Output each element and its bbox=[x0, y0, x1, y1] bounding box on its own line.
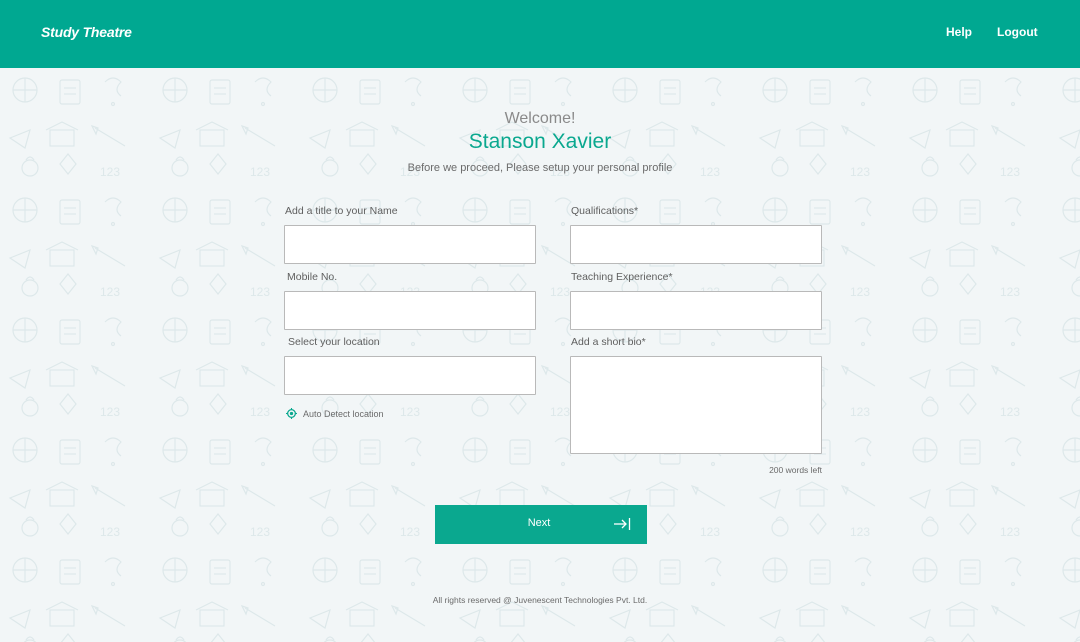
location-input[interactable] bbox=[284, 356, 536, 395]
top-navbar: Study Theatre Help Logout bbox=[0, 0, 1080, 68]
welcome-heading: Welcome! bbox=[504, 110, 576, 127]
title-input[interactable] bbox=[284, 225, 536, 264]
page-subtitle: Before we proceed, Please setup your per… bbox=[407, 162, 673, 174]
auto-detect-label: Auto Detect location bbox=[303, 408, 384, 419]
arrow-right-to-bar-icon bbox=[614, 518, 631, 530]
user-name: Stanson Xavier bbox=[468, 130, 612, 153]
help-link[interactable]: Help bbox=[946, 25, 972, 39]
bio-textarea[interactable] bbox=[570, 356, 822, 454]
location-label: Select your location bbox=[288, 336, 380, 348]
brand-logo[interactable]: Study Theatre bbox=[41, 24, 132, 40]
words-left-counter: 200 words left bbox=[769, 465, 822, 475]
profile-setup-page: Welcome! Stanson Xavier Before we procee… bbox=[0, 68, 1080, 642]
experience-input[interactable] bbox=[570, 291, 822, 330]
next-button[interactable]: Next bbox=[435, 505, 647, 544]
logout-link[interactable]: Logout bbox=[997, 25, 1038, 39]
experience-label: Teaching Experience* bbox=[571, 271, 673, 283]
title-label: Add a title to your Name bbox=[285, 205, 398, 217]
footer-copyright: All rights reserved @ Juvenescent Techno… bbox=[432, 595, 648, 605]
mobile-input[interactable] bbox=[284, 291, 536, 330]
qualifications-label: Qualifications* bbox=[571, 205, 639, 217]
mobile-label: Mobile No. bbox=[287, 271, 338, 283]
next-button-label: Next bbox=[527, 517, 551, 529]
auto-detect-location-button[interactable]: Auto Detect location bbox=[286, 408, 384, 419]
location-target-icon bbox=[286, 408, 297, 419]
bio-label: Add a short bio* bbox=[571, 336, 646, 348]
qualifications-input[interactable] bbox=[570, 225, 822, 264]
